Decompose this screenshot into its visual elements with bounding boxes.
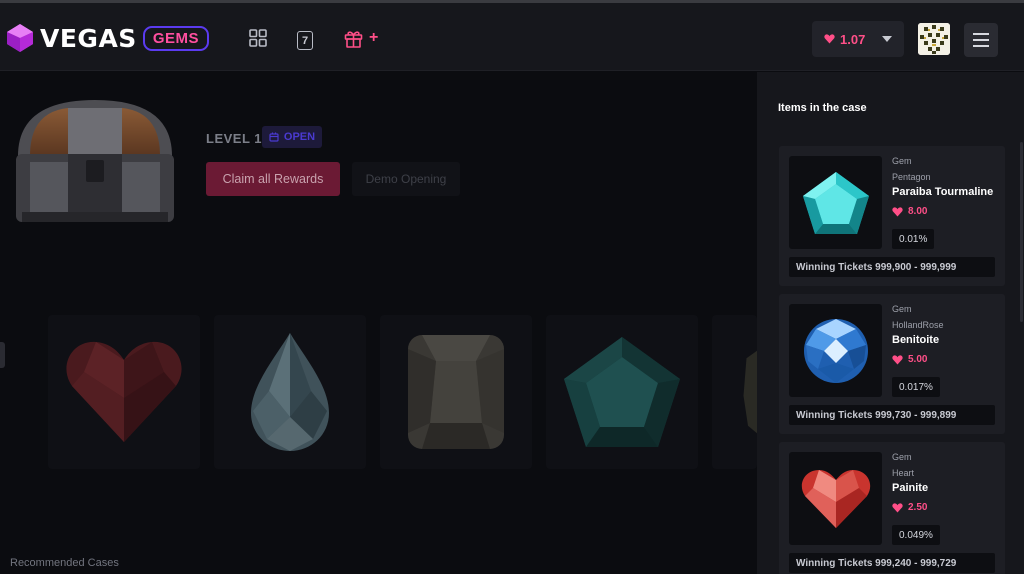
item-chance: 0.049% xyxy=(892,525,940,545)
cushion-quartz-icon xyxy=(408,335,504,449)
item-name: Painite xyxy=(892,482,929,494)
item-type: Gem xyxy=(892,156,912,166)
item-winning-tickets: Winning Tickets 999,900 - 999,999 xyxy=(789,257,995,277)
pentagon-tourmaline-icon xyxy=(564,337,680,447)
case-item-card[interactable]: Gem Pentagon Paraiba Tourmaline 8.00 0.0… xyxy=(779,146,1005,286)
level-label: LEVEL 1 xyxy=(206,131,263,146)
logo-gem-icon xyxy=(7,24,33,52)
page: VEGAS GEMS 7 + 1.07 LEVEL 1 OPEN Claim a… xyxy=(0,0,1024,574)
carousel-item-pentagon[interactable] xyxy=(546,315,698,469)
items-in-case-title: Items in the case xyxy=(778,102,867,114)
painite-icon xyxy=(801,469,870,528)
item-shape: Pentagon xyxy=(892,172,931,182)
item-image xyxy=(789,304,882,397)
item-price-value: 2.50 xyxy=(908,502,928,513)
heart-gem-icon xyxy=(824,34,835,44)
item-image xyxy=(789,156,882,249)
carousel-prev-handle[interactable] xyxy=(0,342,5,368)
demo-opening-button[interactable]: Demo Opening xyxy=(352,162,460,196)
case-item-card[interactable]: Gem Heart Painite 2.50 0.049% Winning Ti… xyxy=(779,442,1005,574)
items-sidebar: Items in the case Gem Pentagon Paraiba T… xyxy=(757,72,1024,574)
heart-gem-icon xyxy=(892,502,903,512)
logo-text: VEGAS xyxy=(40,23,137,53)
item-name: Paraiba Tourmaline xyxy=(892,186,994,198)
item-chance: 0.017% xyxy=(892,377,940,397)
item-name: Benitoite xyxy=(892,334,940,346)
item-price: 5.00 xyxy=(892,354,927,365)
item-price: 8.00 xyxy=(892,206,927,217)
item-price-value: 8.00 xyxy=(908,206,928,217)
carousel-item-cushion[interactable] xyxy=(380,315,532,469)
benitoite-icon xyxy=(803,318,868,383)
logo[interactable]: VEGAS GEMS xyxy=(4,21,209,55)
gift-plus-label[interactable]: + xyxy=(369,29,378,47)
grid-icon[interactable] xyxy=(248,28,268,48)
item-type: Gem xyxy=(892,304,912,314)
case-item-card[interactable]: Gem HollandRose Benitoite 5.00 0.017% Wi… xyxy=(779,294,1005,434)
calendar-icon xyxy=(269,132,279,142)
slot-seven-icon[interactable]: 7 xyxy=(297,31,313,50)
heart-gem-icon xyxy=(892,354,903,364)
item-image xyxy=(789,452,882,545)
avatar[interactable] xyxy=(918,23,950,55)
item-price-value: 5.00 xyxy=(908,354,928,365)
paraiba-tourmaline-icon xyxy=(802,171,869,234)
item-winning-tickets: Winning Tickets 999,730 - 999,899 xyxy=(789,405,995,425)
open-status-badge: OPEN xyxy=(262,126,322,148)
header: VEGAS GEMS 7 + 1.07 xyxy=(0,3,1024,71)
item-price: 2.50 xyxy=(892,502,927,513)
item-winning-tickets: Winning Tickets 999,240 - 999,729 xyxy=(789,553,995,573)
recommended-cases-heading: Recommended Cases xyxy=(10,557,119,569)
open-status-label: OPEN xyxy=(283,131,316,143)
item-shape: Heart xyxy=(892,468,915,478)
carousel-item-heart[interactable] xyxy=(48,315,200,469)
claim-all-rewards-button[interactable]: Claim all Rewards xyxy=(206,162,340,196)
hamburger-menu-button[interactable] xyxy=(964,23,998,57)
item-chance: 0.01% xyxy=(892,229,935,249)
carousel-item-pear[interactable] xyxy=(214,315,366,469)
chevron-down-icon xyxy=(882,36,892,42)
partial-gem-icon xyxy=(743,350,757,434)
carousel-item-partial[interactable] xyxy=(712,315,757,469)
logo-badge: GEMS xyxy=(142,25,209,51)
item-type: Gem xyxy=(892,452,912,462)
balance-value: 1.07 xyxy=(840,31,866,47)
heart-ruby-icon xyxy=(66,341,182,442)
case-main-area: LEVEL 1 OPEN Claim all Rewards Demo Open… xyxy=(0,72,757,574)
pear-diamond-icon xyxy=(251,333,329,451)
treasure-chest-icon xyxy=(16,100,174,222)
heart-gem-icon xyxy=(892,206,903,216)
sidebar-scrollbar[interactable] xyxy=(1020,142,1023,322)
item-shape: HollandRose xyxy=(892,320,944,330)
balance-dropdown[interactable]: 1.07 xyxy=(812,21,904,57)
gift-icon[interactable] xyxy=(343,28,363,48)
